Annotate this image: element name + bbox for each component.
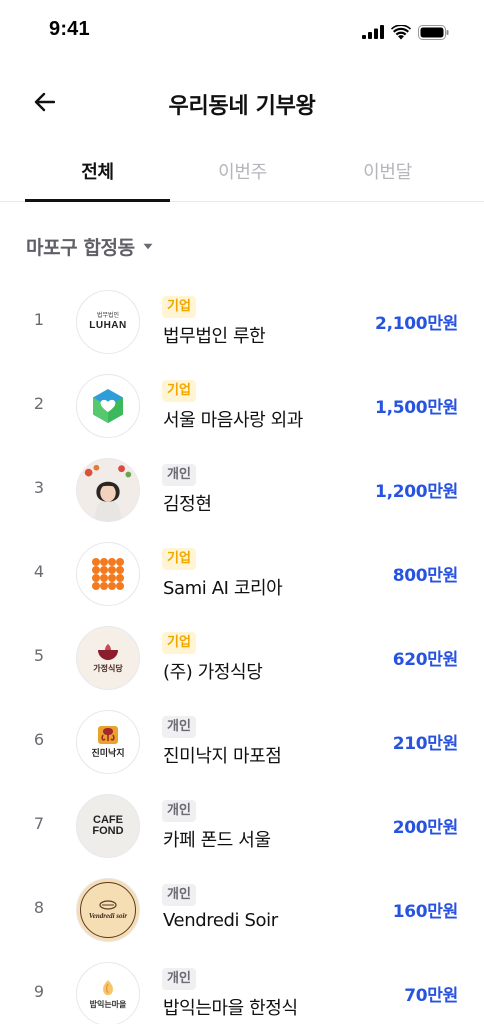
donor-avatar: 밥익는마을 xyxy=(76,962,140,1024)
donor-type-badge: 개인 xyxy=(162,464,196,486)
vendredi-soir-logo-icon: Vendredi soir xyxy=(80,882,136,938)
rank-number: 8 xyxy=(33,898,45,917)
status-bar: 9:41 xyxy=(0,0,484,64)
donor-avatar xyxy=(76,458,140,522)
location-label: 마포구 합정동 xyxy=(26,236,135,259)
location-dropdown[interactable]: 마포구 합정동 xyxy=(26,231,153,261)
donation-amount: 1,200만원 xyxy=(375,482,458,502)
ranking-row[interactable]: 5 가정식당 기업 (주) 가정식당 620만원 xyxy=(0,616,484,700)
donor-type-badge: 기업 xyxy=(162,548,196,570)
bowl-logo-icon: 가정식당 xyxy=(93,643,123,674)
battery-icon xyxy=(418,24,449,40)
donor-avatar xyxy=(76,542,140,606)
donor-avatar xyxy=(76,374,140,438)
ranking-row[interactable]: 3 개인 김정현 1,200만원 xyxy=(0,448,484,532)
rank-number: 6 xyxy=(33,730,45,749)
donation-amount: 210만원 xyxy=(392,734,459,754)
donor-type-badge: 개인 xyxy=(162,968,196,990)
donation-amount: 200만원 xyxy=(392,818,459,838)
donor-name: Sami AI 코리아 xyxy=(163,578,283,599)
rank-number: 1 xyxy=(33,310,45,329)
active-tab-indicator xyxy=(25,199,170,202)
donor-avatar: 진미낙지 xyxy=(76,710,140,774)
ranking-row[interactable]: 8 Vendredi soir 개인 Vendredi Soir 160만원 xyxy=(0,868,484,952)
donor-avatar: 가정식당 xyxy=(76,626,140,690)
ranking-row[interactable]: 7 CAFE FOND 개인 카페 폰드 서울 200만원 xyxy=(0,784,484,868)
donor-type-badge: 기업 xyxy=(162,380,196,402)
donation-amount: 160만원 xyxy=(392,902,459,922)
donor-name: 김정현 xyxy=(163,494,212,515)
cafe-fond-logo-icon: CAFE FOND xyxy=(92,814,124,837)
top-app-bar: 우리동네 기부왕 xyxy=(0,76,484,128)
rank-number: 3 xyxy=(33,478,45,497)
caret-down-icon xyxy=(143,243,153,249)
donor-name: 서울 마음사랑 외과 xyxy=(163,410,303,431)
rank-number: 5 xyxy=(33,646,45,665)
donor-avatar: 법무법인 LUHAN xyxy=(76,290,140,354)
rank-number: 9 xyxy=(33,982,45,1001)
person-photo-icon xyxy=(77,459,139,521)
ranking-row[interactable]: 4 기업 Sami AI 코리아 800만원 xyxy=(0,532,484,616)
ranking-row[interactable]: 1 법무법인 LUHAN 기업 법무법인 루한 2,100만원 xyxy=(0,280,484,364)
tab-this-month[interactable]: 이번달 xyxy=(315,140,460,202)
donor-type-badge: 개인 xyxy=(162,884,196,906)
tab-all[interactable]: 전체 xyxy=(25,140,170,202)
cellular-signal-icon xyxy=(362,25,384,39)
period-tabs: 전체 이번주 이번달 xyxy=(0,140,484,202)
app-screen: 9:41 우리동네 기부왕 전체 이번주 이번달 마포구 합정동 1 법무법인 … xyxy=(0,0,484,1024)
donor-name: 카페 폰드 서울 xyxy=(163,830,271,851)
status-time: 9:41 xyxy=(49,18,90,40)
donor-type-badge: 기업 xyxy=(162,296,196,318)
donor-name: 밥익는마을 한정식 xyxy=(163,998,298,1019)
donation-amount: 2,100만원 xyxy=(375,314,458,334)
hexagon-heart-logo-icon xyxy=(93,389,123,423)
octopus-logo-icon: 진미낙지 xyxy=(91,725,125,759)
donation-amount: 620만원 xyxy=(392,650,459,670)
donor-type-badge: 기업 xyxy=(162,632,196,654)
rice-village-logo-icon: 밥익는마을 xyxy=(90,979,126,1010)
donation-amount: 70만원 xyxy=(404,986,458,1006)
ranking-row[interactable]: 9 밥익는마을 개인 밥익는마을 한정식 70만원 xyxy=(0,952,484,1024)
donor-name: Vendredi Soir xyxy=(163,910,278,931)
rank-number: 2 xyxy=(33,394,45,413)
donor-type-badge: 개인 xyxy=(162,800,196,822)
donor-avatar: CAFE FOND xyxy=(76,794,140,858)
donor-avatar: Vendredi soir xyxy=(76,878,140,942)
donor-name: 진미낙지 마포점 xyxy=(163,746,282,767)
rank-number: 4 xyxy=(33,562,45,581)
tab-this-week[interactable]: 이번주 xyxy=(170,140,315,202)
luhan-logo-icon: 법무법인 LUHAN xyxy=(89,313,127,331)
dot-grid-logo-icon xyxy=(92,558,124,590)
wifi-icon xyxy=(391,24,411,39)
page-title: 우리동네 기부왕 xyxy=(168,94,316,119)
status-icons xyxy=(362,22,449,42)
ranking-row[interactable]: 6 진미낙지 개인 진미낙지 마포점 210만원 xyxy=(0,700,484,784)
donor-name: (주) 가정식당 xyxy=(163,662,263,683)
rank-number: 7 xyxy=(33,814,45,833)
donor-name: 법무법인 루한 xyxy=(163,326,266,347)
donation-amount: 1,500만원 xyxy=(375,398,458,418)
donor-type-badge: 개인 xyxy=(162,716,196,738)
ranking-row[interactable]: 2 기업 서울 마음사랑 외과 1,500만원 xyxy=(0,364,484,448)
donation-amount: 800만원 xyxy=(392,566,459,586)
